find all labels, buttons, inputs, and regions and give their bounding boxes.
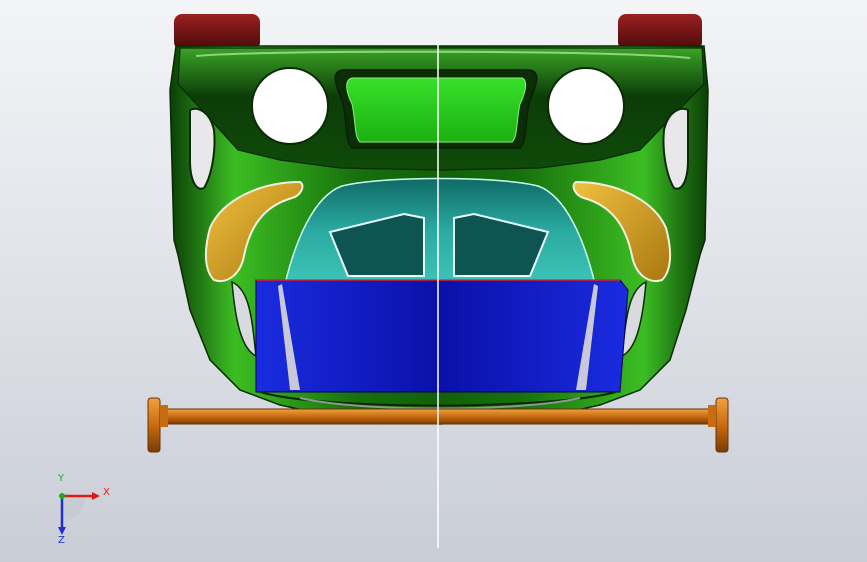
z-axis-label: Z (58, 535, 65, 546)
coordinate-triad[interactable]: X Y Z (40, 474, 120, 548)
y-axis-dot (59, 493, 65, 499)
left-exhaust-port[interactable] (251, 67, 329, 145)
front-nose-panel[interactable] (255, 279, 629, 393)
y-axis-label: Y (58, 473, 65, 484)
right-tail-light[interactable] (618, 14, 702, 50)
graphics-viewport[interactable]: X Y Z (0, 0, 867, 562)
left-tail-light[interactable] (174, 14, 260, 50)
x-axis-label: X (103, 487, 110, 498)
left-hub-flange[interactable] (147, 397, 161, 453)
right-exhaust-port[interactable] (547, 67, 625, 145)
cockpit-canopy[interactable] (285, 177, 595, 281)
right-hub-flange[interactable] (715, 397, 729, 453)
car-model-view[interactable] (0, 0, 867, 562)
